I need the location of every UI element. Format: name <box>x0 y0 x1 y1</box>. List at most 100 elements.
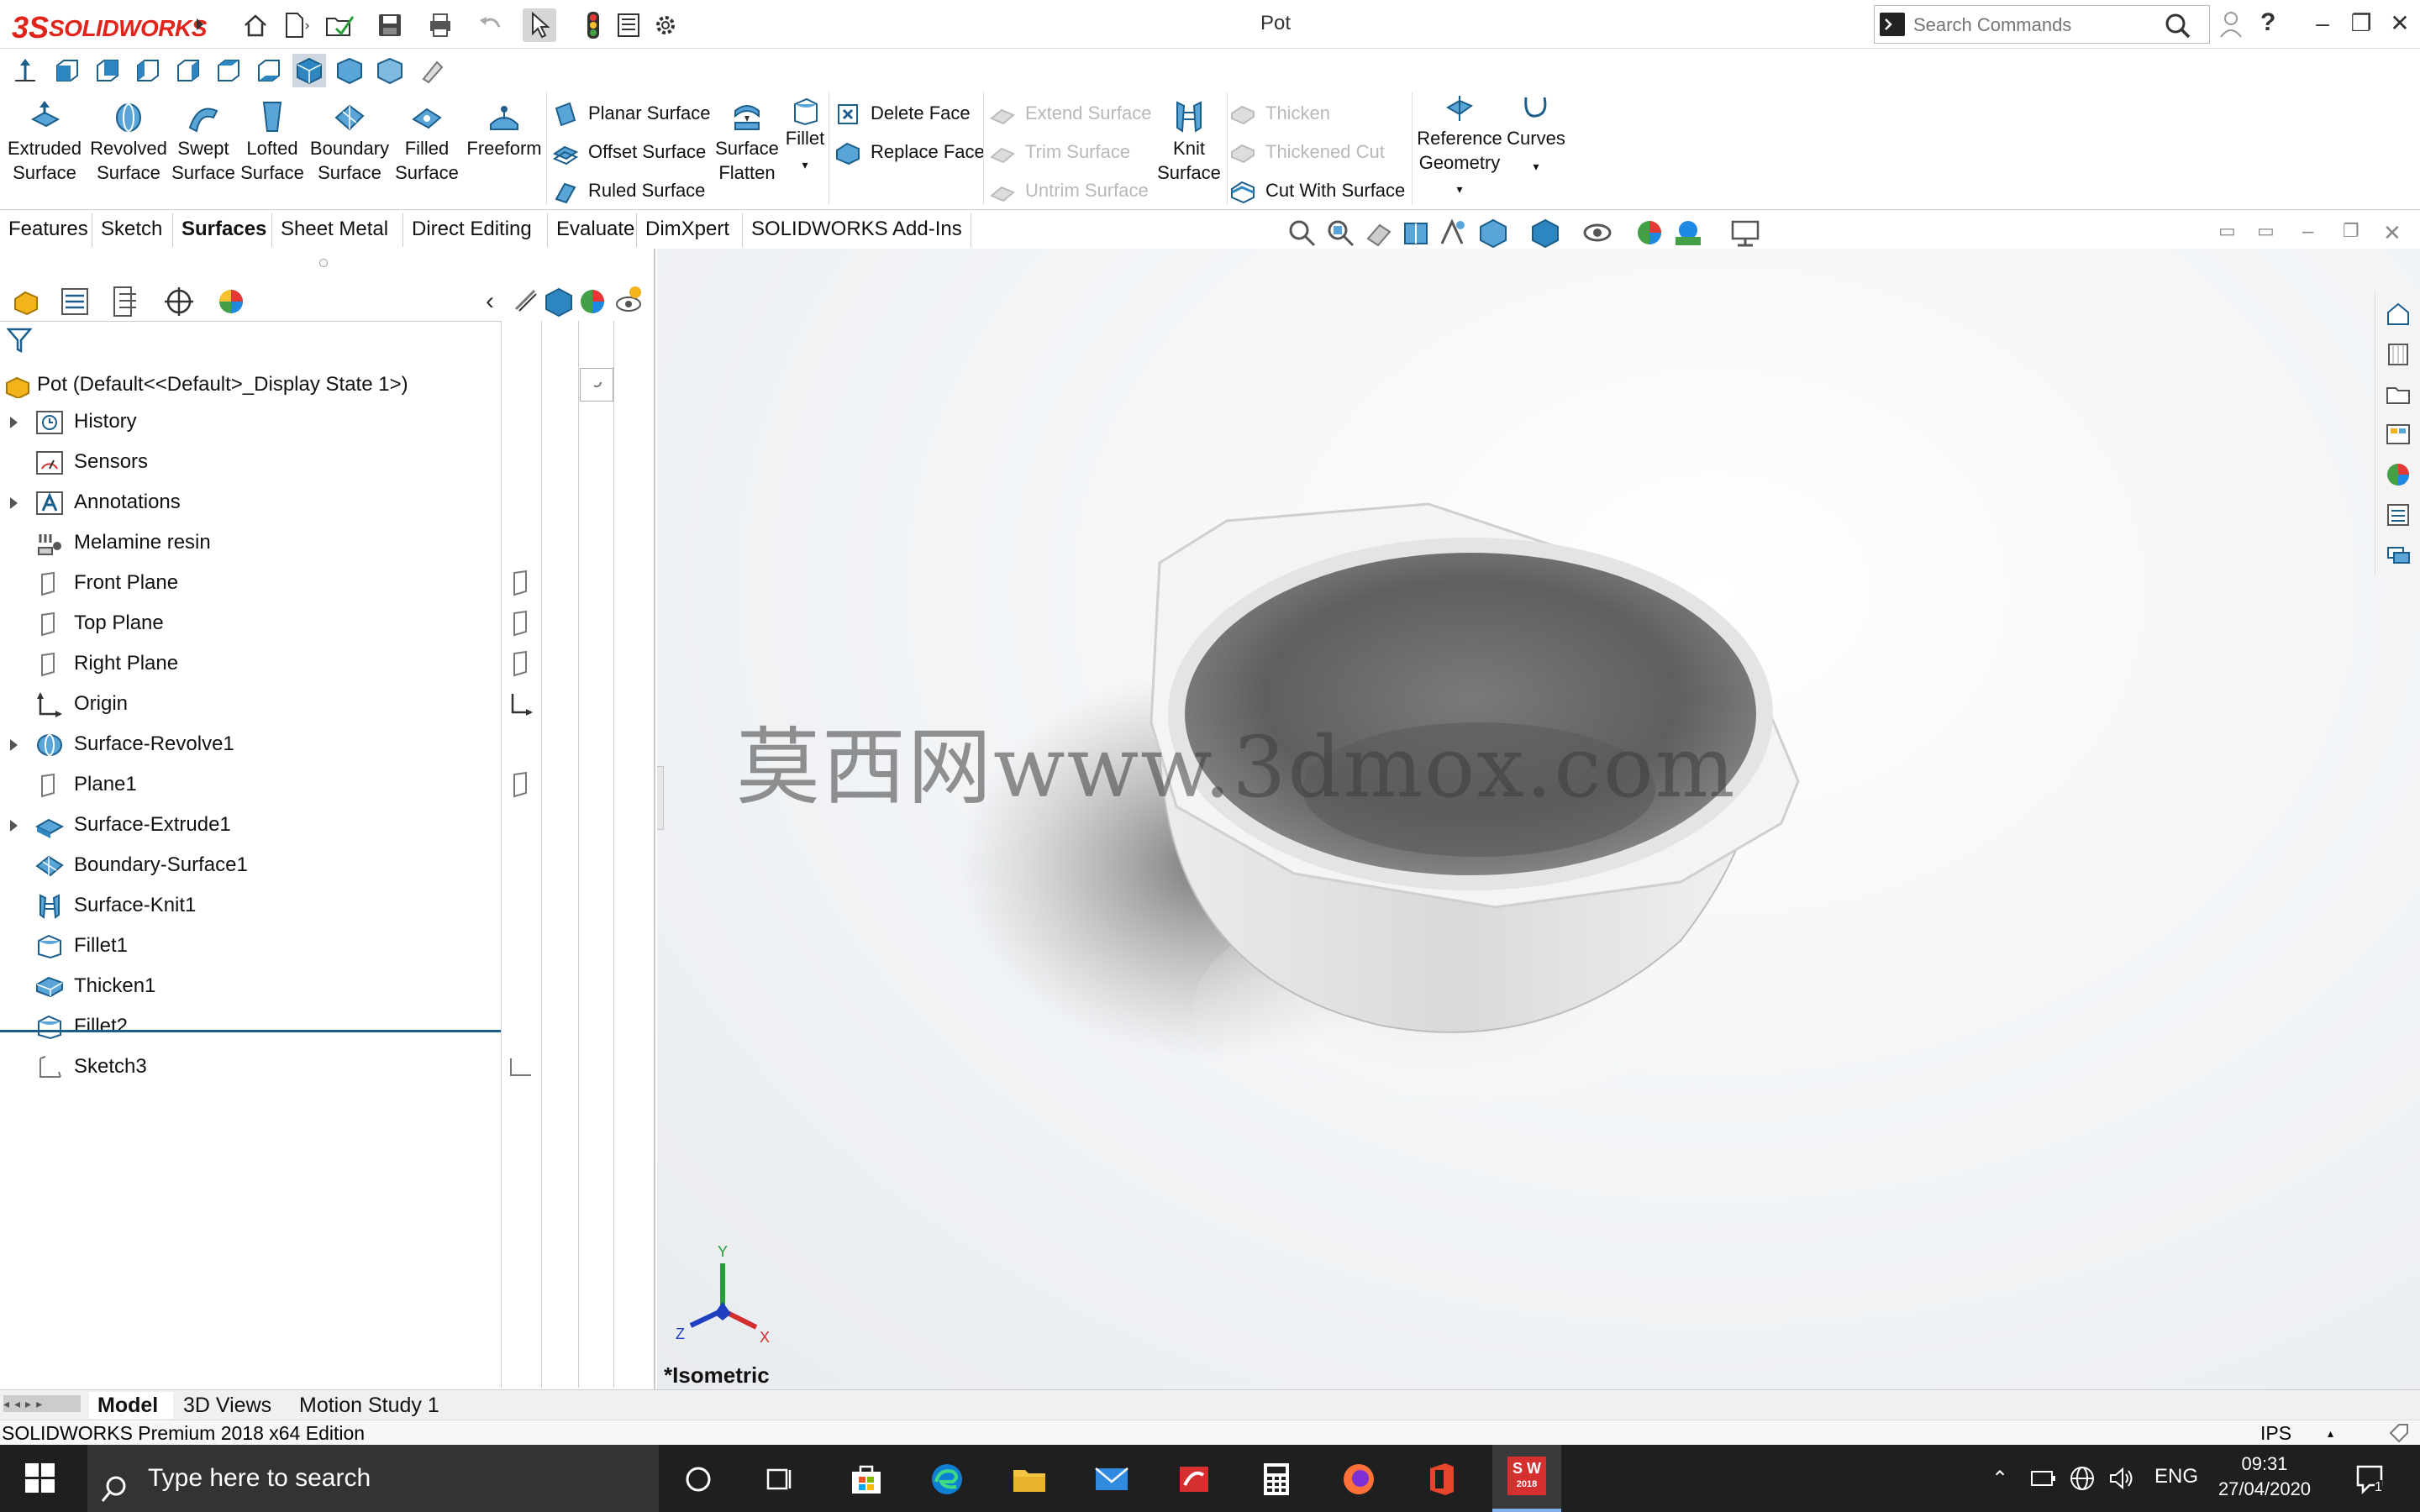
unit-system[interactable]: IPS <box>2260 1420 2291 1446</box>
trimetric-view-icon[interactable] <box>333 54 366 87</box>
expand-arrow-icon[interactable] <box>10 820 18 832</box>
view-settings-icon[interactable] <box>1729 217 1761 249</box>
solidworks-forum-icon[interactable] <box>2384 541 2412 570</box>
options-gear-icon[interactable] <box>649 8 682 42</box>
taskbar-search-box[interactable]: Type here to search <box>87 1445 659 1512</box>
tree-item-origin[interactable]: Origin <box>0 685 504 722</box>
origin-visibility-icon[interactable] <box>508 690 533 717</box>
save-icon[interactable] <box>373 8 407 42</box>
user-account-icon[interactable] <box>2218 10 2244 39</box>
rebuild-traffic-light-icon[interactable] <box>576 8 610 42</box>
transparency-column-icon[interactable] <box>610 282 649 321</box>
back-view-icon[interactable] <box>91 54 124 87</box>
ruled-surface-button[interactable]: Ruled Surface <box>553 173 721 208</box>
filled-surface-button[interactable]: Filled Surface <box>393 99 460 207</box>
viewport-close-icon[interactable]: ✕ <box>2383 220 2408 245</box>
property-manager-tab-icon[interactable] <box>55 282 94 321</box>
extruded-surface-button[interactable]: Extruded Surface <box>3 99 86 207</box>
front-view-icon[interactable] <box>50 54 84 87</box>
surface-flatten-button[interactable]: Surface Flatten <box>711 99 783 207</box>
thicken-button[interactable]: Thicken <box>1230 96 1407 131</box>
section-view-icon[interactable] <box>1400 217 1432 249</box>
top-view-icon[interactable] <box>212 54 245 87</box>
normal-to-icon[interactable] <box>8 54 42 87</box>
filter-icon[interactable] <box>6 326 33 354</box>
zoom-to-fit-icon[interactable] <box>1286 217 1318 249</box>
solidworks-taskbar-button[interactable]: S W 2018 <box>1492 1445 1561 1512</box>
file-properties-icon[interactable] <box>612 8 645 42</box>
cut-with-surface-button[interactable]: Cut With Surface <box>1230 173 1407 208</box>
dimxpert-manager-tab-icon[interactable] <box>160 282 198 321</box>
tab-features[interactable]: Features <box>0 213 92 247</box>
knit-surface-button[interactable]: Knit Surface <box>1151 99 1227 207</box>
pane-splitter-handle[interactable] <box>319 259 328 267</box>
show-hidden-icons-icon[interactable]: ⌃ <box>1991 1467 2015 1490</box>
trim-surface-button[interactable]: Trim Surface <box>990 134 1150 170</box>
revolved-surface-button[interactable]: Revolved Surface <box>87 99 170 207</box>
tree-item-right-plane[interactable]: Right Plane <box>0 645 504 682</box>
untrim-surface-button[interactable]: Untrim Surface <box>990 173 1150 208</box>
tree-item-surface-extrude1[interactable]: Surface-Extrude1 <box>0 806 504 843</box>
undo-icon[interactable] <box>474 8 508 42</box>
tab-sheet-metal[interactable]: Sheet Metal <box>272 213 403 247</box>
plane-visibility-icon[interactable] <box>508 570 533 596</box>
boundary-surface-button[interactable]: Boundary Surface <box>308 99 392 207</box>
display-style-icon[interactable] <box>1529 217 1561 249</box>
feature-manager-tab-icon[interactable] <box>8 282 47 321</box>
edge-browser-icon[interactable] <box>928 1460 966 1499</box>
notifications-icon[interactable]: 1 <box>2353 1462 2386 1495</box>
display-state-indicator[interactable] <box>580 368 613 402</box>
left-view-icon[interactable] <box>131 54 165 87</box>
tree-item-thicken1[interactable]: Thicken1 <box>0 968 504 1005</box>
restore-button[interactable]: ❐ <box>2344 7 2378 40</box>
new-document-icon[interactable] <box>277 8 311 42</box>
tab-model[interactable]: Model <box>89 1392 173 1419</box>
tab-motion-study-1[interactable]: Motion Study 1 <box>291 1392 467 1419</box>
isometric-view-icon[interactable] <box>292 54 326 87</box>
tag-icon[interactable] <box>2388 1422 2410 1444</box>
search-icon[interactable] <box>2162 11 2196 39</box>
appearances-scenes-icon[interactable] <box>2384 460 2412 489</box>
custom-properties-icon[interactable] <box>2384 501 2412 529</box>
viewport-split-icon[interactable]: ▭ <box>2257 220 2282 245</box>
search-commands-box[interactable] <box>1874 5 2210 44</box>
offset-surface-button[interactable]: Offset Surface <box>552 134 721 170</box>
tab-sketch[interactable]: Sketch <box>92 213 173 247</box>
select-cursor-icon[interactable] <box>523 8 556 42</box>
taskbar-clock[interactable]: 09:31 27/04/2020 <box>2202 1452 2328 1502</box>
tab-direct-editing[interactable]: Direct Editing <box>403 213 548 247</box>
file-explorer-icon[interactable] <box>2384 380 2412 408</box>
curves-button[interactable]: Curves ▾ <box>1506 92 1566 200</box>
tree-item-front-plane[interactable]: Front Plane <box>0 564 504 601</box>
firefox-icon[interactable] <box>1339 1460 1378 1499</box>
replace-face-button[interactable]: Replace Face <box>835 134 985 170</box>
delete-face-button[interactable]: Delete Face <box>835 96 983 131</box>
solidworks-resources-icon[interactable] <box>2384 299 2412 328</box>
thickened-cut-button[interactable]: Thickened Cut <box>1230 134 1407 170</box>
apply-scene-icon[interactable] <box>1672 217 1704 249</box>
lofted-surface-button[interactable]: Lofted Surface <box>239 99 306 207</box>
design-library-icon[interactable] <box>2384 339 2412 368</box>
tree-item-fillet1[interactable]: Fillet1 <box>0 927 504 964</box>
network-globe-icon[interactable] <box>2069 1465 2096 1492</box>
view-selector-icon[interactable] <box>415 54 449 87</box>
extend-surface-button[interactable]: Extend Surface <box>990 96 1151 131</box>
units-dropdown-icon[interactable]: ▴ <box>2328 1420 2333 1446</box>
tree-item-annotations[interactable]: Annotations <box>0 484 504 521</box>
microsoft-store-icon[interactable] <box>847 1460 886 1499</box>
tree-root-part[interactable]: Pot (Default<<Default>_Display State 1>) <box>0 366 504 403</box>
pane-collapse-handle[interactable] <box>657 766 664 830</box>
sketch-visibility-icon[interactable] <box>508 1053 533 1080</box>
task-view-icon[interactable] <box>761 1460 800 1499</box>
tab-dimxpert[interactable]: DimXpert <box>637 213 743 247</box>
tree-item-sketch3[interactable]: Sketch3 <box>0 1048 504 1085</box>
rollback-bar[interactable] <box>0 1030 501 1032</box>
input-language[interactable]: ENG <box>2154 1465 2198 1488</box>
tree-item-melamine-resin[interactable]: Melamine resin <box>0 524 504 561</box>
tree-item-plane1[interactable]: Plane1 <box>0 766 504 803</box>
tree-item-sensors[interactable]: Sensors <box>0 444 504 480</box>
reference-geometry-button[interactable]: Reference Geometry ▾ <box>1413 92 1506 200</box>
tree-item-boundary-surface1[interactable]: Boundary-Surface1 <box>0 847 504 884</box>
viewport-minimize-icon[interactable]: – <box>2302 220 2328 245</box>
plane-visibility-icon[interactable] <box>508 771 533 798</box>
